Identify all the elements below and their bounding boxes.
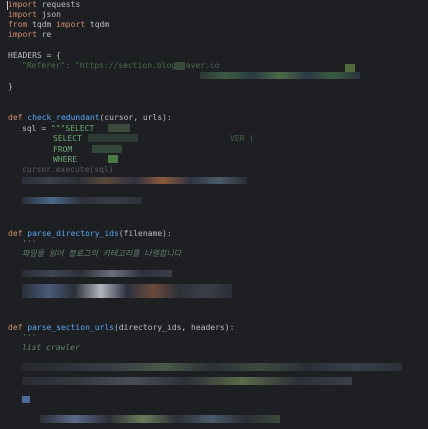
redacted-pixel xyxy=(40,415,280,423)
keyword-def: def xyxy=(8,323,28,332)
def-parse-section-urls: def parse_section_urls(directory_ids, he… xyxy=(8,323,234,333)
redacted-pixel xyxy=(108,155,118,163)
code-editor[interactable]: import requests import json from tqdm im… xyxy=(0,0,428,429)
redacted-pixel xyxy=(88,134,138,142)
headers-close-brace: } xyxy=(8,82,13,91)
redacted-pixel xyxy=(108,124,130,132)
sql-string-open: """SELECT xyxy=(50,124,100,133)
import-name: tqdm xyxy=(85,20,110,29)
sql-variable: sql = xyxy=(22,124,51,133)
function-args: (cursor, urls): xyxy=(99,113,172,122)
docstring-open: ''' xyxy=(22,333,37,342)
redacted-pixel xyxy=(22,396,30,403)
code-line-2: import json xyxy=(8,10,61,20)
module-name: json xyxy=(36,10,61,19)
redacted-pixel xyxy=(200,72,360,79)
redacted-pixel xyxy=(22,177,247,184)
code-line-4: import re xyxy=(8,30,51,40)
module-name: requests xyxy=(36,0,81,9)
keyword-import: import xyxy=(8,30,37,39)
redacted-pixel xyxy=(175,62,185,70)
code-line-1: import requests xyxy=(8,0,80,10)
redacted-pixel xyxy=(22,363,402,371)
function-name: parse_directory_ids xyxy=(27,229,119,238)
function-args: (filename): xyxy=(118,229,172,238)
module-name: tqdm xyxy=(27,20,57,29)
sql-select-line: SELECT xyxy=(53,134,87,143)
function-name: check_redundant xyxy=(27,113,100,122)
sql-where-line: WHERE xyxy=(53,155,82,164)
keyword-from: from xyxy=(8,20,28,29)
docstring-korean: 파일을 읽어 블로그의 카테고리를 나열합니다 xyxy=(22,249,182,258)
sql-from-line: FROM xyxy=(53,145,78,154)
module-name: re xyxy=(36,30,52,39)
docstring-list-crawler: list crawler xyxy=(22,343,80,352)
keyword-import: import xyxy=(56,20,86,29)
code-line-3: from tqdm import tqdm xyxy=(8,20,109,30)
function-args: (directory_ids, headers): xyxy=(113,323,235,332)
def-parse-directory-ids: def parse_directory_ids(filename): xyxy=(8,229,172,239)
def-check-redundant: def check_redundant(cursor, urls): xyxy=(8,113,172,123)
redacted-pixel xyxy=(345,64,355,72)
keyword-import: import xyxy=(8,10,37,19)
headers-declaration: HEADERS = { xyxy=(8,51,61,60)
keyword-def: def xyxy=(8,229,28,238)
redacted-pixel xyxy=(22,270,172,277)
redacted-pixel xyxy=(92,145,122,153)
docstring-open: ''' xyxy=(22,239,37,248)
sql-over-text: VER ( xyxy=(230,134,255,143)
cursor-execute-line: cursor.execute(sql) xyxy=(22,165,114,174)
sql-assignment: sql = """SELECT xyxy=(22,124,99,134)
headers-referer-line: "Referer": "https://section.blog.naver.c… xyxy=(22,61,220,70)
redacted-pixel xyxy=(22,197,142,204)
redacted-pixel xyxy=(22,377,352,385)
keyword-import: import xyxy=(8,0,37,9)
function-name: parse_section_urls xyxy=(27,323,114,332)
redacted-pixel xyxy=(22,284,232,298)
keyword-def: def xyxy=(8,113,28,122)
